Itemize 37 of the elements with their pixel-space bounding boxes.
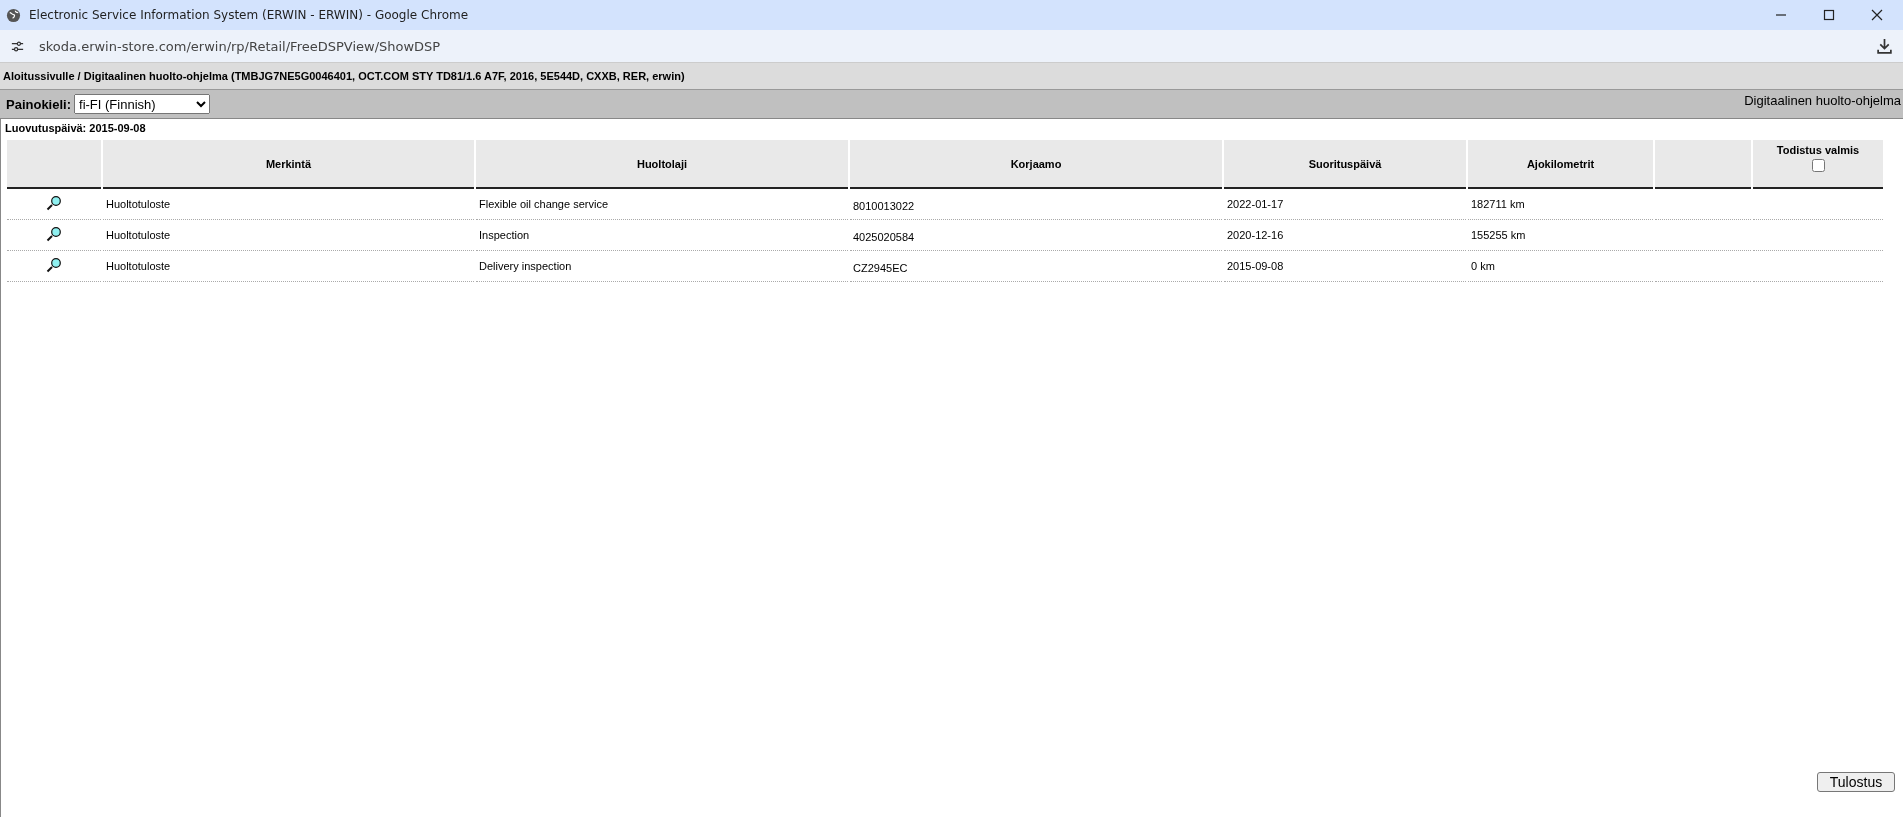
window-title: Electronic Service Information System (ERWIN - ERWIN) - Google Chrome: [29, 8, 470, 22]
certificate-checkbox[interactable]: [1811, 159, 1825, 172]
certificate-label: Todistus valmis: [1776, 144, 1860, 156]
table-cell: Huoltotuloste: [106, 198, 171, 210]
table-cell: 2020-12-16: [1227, 229, 1284, 241]
table-cell: 0 km: [1471, 260, 1495, 272]
print-button[interactable]: Tulostus: [1817, 772, 1895, 792]
download-icon[interactable]: [1876, 37, 1893, 55]
magnifier-icon[interactable]: [46, 257, 62, 273]
table-cell: 4025020584: [853, 231, 915, 243]
column-header: Huoltolaji: [476, 140, 848, 189]
column-header: Ajokilometrit: [1468, 140, 1653, 189]
table-cell: Flexible oil change service: [479, 198, 608, 210]
language-label: Painokieli:: [6, 96, 72, 112]
table-cell: Delivery inspection: [479, 260, 572, 272]
maximize-icon[interactable]: [1823, 9, 1835, 21]
table-cell: CZ2945EC: [853, 262, 908, 274]
column-header: Merkintä: [103, 140, 474, 189]
delivery-date: Luovutuspäivä: 2015-09-08: [5, 122, 147, 134]
table-cell: Inspection: [479, 229, 530, 241]
page-title: Digitaalinen huolto-ohjelma: [1744, 93, 1901, 108]
magnifier-icon[interactable]: [46, 226, 62, 242]
url-text[interactable]: skoda.erwin-store.com/erwin/rp/Retail/FreeDSPView/ShowDSP: [39, 38, 1876, 54]
table-cell: 182711 km: [1471, 198, 1525, 210]
table-cell: Huoltotuloste: [106, 260, 171, 272]
column-header: Suorituspäivä: [1224, 140, 1466, 189]
table-cell: 155255 km: [1471, 229, 1526, 241]
close-icon[interactable]: [1871, 9, 1883, 21]
breadcrumb[interactable]: Aloitussivulle / Digitaalinen huolto-ohjelma (TMBJG7NE5G0046401, OCT.COM STY TD81/1.6 A7F, 2016, 5E544D, CXXB, RER, erwin): [3, 70, 685, 82]
table-cell: 8010013022: [853, 200, 915, 212]
column-header: Korjaamo: [850, 140, 1222, 189]
language-select[interactable]: fi-FI (Finnish): [74, 94, 211, 114]
magnifier-icon[interactable]: [46, 195, 62, 211]
table-cell: 2022-01-17: [1227, 198, 1284, 210]
table-cell: 2015-09-08: [1227, 260, 1284, 272]
globe-icon: [6, 7, 21, 23]
table-cell: Huoltotuloste: [106, 229, 171, 241]
